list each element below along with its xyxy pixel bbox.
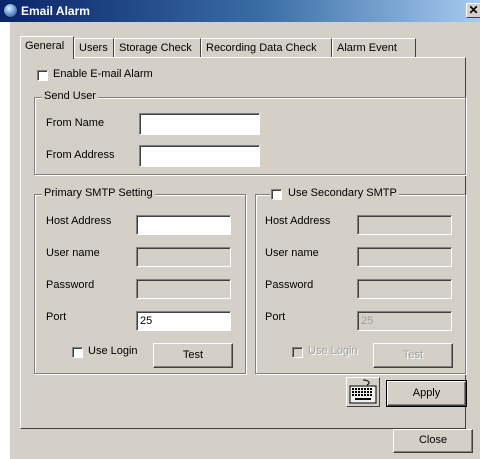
primary-use-login-checkbox[interactable] (72, 347, 83, 358)
secondary-port-input[interactable]: 25 (357, 311, 452, 331)
title-bar[interactable]: Email Alarm ✕ (0, 0, 480, 22)
primary-port-input[interactable]: 25 (136, 311, 231, 331)
secondary-host-address-input[interactable] (357, 215, 452, 235)
primary-password-label: Password (46, 279, 95, 291)
secondary-host-address-label: Host Address (265, 215, 331, 227)
secondary-port-label: Port (265, 311, 286, 323)
secondary-user-name-label: User name (265, 247, 319, 259)
keyboard-icon (349, 379, 377, 404)
use-secondary-smtp-checkbox[interactable] (271, 189, 282, 200)
primary-port-label: Port (46, 311, 67, 323)
from-address-label: From Address (46, 149, 115, 161)
tab-alarm-event[interactable]: Alarm Event (332, 38, 416, 57)
keyboard-button[interactable] (346, 377, 380, 407)
enable-email-alarm-checkbox[interactable] (37, 70, 48, 81)
primary-host-address-input[interactable] (136, 215, 231, 235)
secondary-use-login-label: Use Login (308, 345, 358, 357)
background-strip (0, 22, 10, 459)
primary-user-name-input[interactable] (136, 247, 231, 267)
secondary-user-name-input[interactable] (357, 247, 452, 267)
secondary-test-button[interactable]: Test (373, 343, 453, 368)
primary-smtp-title: Primary SMTP Setting (42, 187, 155, 199)
secondary-use-login-checkbox[interactable] (292, 347, 303, 358)
secondary-password-label: Password (265, 279, 314, 291)
from-name-label: From Name (46, 117, 105, 129)
close-icon[interactable]: ✕ (466, 3, 480, 18)
window-title: Email Alarm (21, 4, 90, 18)
primary-test-button[interactable]: Test (153, 343, 233, 368)
apply-button[interactable]: Apply (386, 380, 467, 407)
tab-users[interactable]: Users (74, 38, 114, 57)
primary-host-address-label: Host Address (46, 215, 112, 227)
globe-icon (3, 3, 18, 18)
send-user-title: Send User (42, 90, 98, 102)
secondary-password-input[interactable] (357, 279, 452, 299)
tab-recording-data-check[interactable]: Recording Data Check (201, 38, 332, 57)
enable-email-alarm-label: Enable E-mail Alarm (53, 68, 153, 80)
close-button[interactable]: Close (393, 429, 473, 453)
primary-use-login-label: Use Login (88, 345, 138, 357)
email-alarm-window: Email Alarm ✕ General Users Storage Chec… (0, 0, 480, 459)
tab-general[interactable]: General (20, 36, 74, 59)
secondary-smtp-title: Use Secondary SMTP (270, 187, 399, 199)
tab-storage-check[interactable]: Storage Check (114, 38, 201, 57)
primary-password-input[interactable] (136, 279, 231, 299)
from-address-input[interactable] (139, 145, 260, 167)
primary-user-name-label: User name (46, 247, 100, 259)
from-name-input[interactable] (139, 113, 260, 135)
